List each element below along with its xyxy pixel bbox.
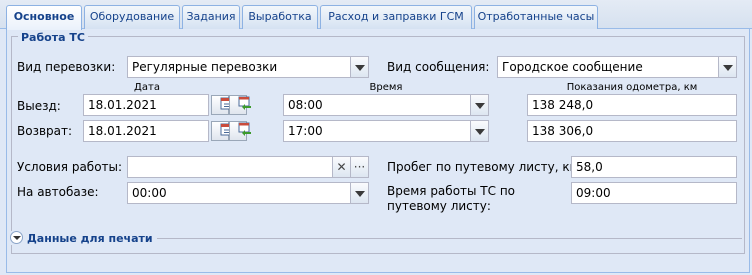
departure-calendar-button[interactable] [211,95,234,115]
return-time-dropdown-trigger[interactable] [471,120,489,142]
return-label: Возврат: [17,124,73,138]
return-time-combo[interactable]: 17:00 [283,120,471,142]
route-type-dropdown-trigger[interactable] [719,56,737,78]
tab-tasks[interactable]: Задания [182,5,240,29]
odometer-column-header: Показания одометра, км [566,82,698,93]
calendar-arrow-icon [238,96,251,110]
mileage-label: Пробег по путевому листу, км: [387,160,583,174]
tab-main[interactable]: Основное [6,5,82,30]
tab-fuel[interactable]: Расход и заправки ГСМ [320,5,472,29]
departure-label: Выезд: [17,99,61,113]
departure-odometer-field[interactable]: 138 248,0 [527,94,737,116]
print-data-toggle[interactable]: Данные для печати [10,231,157,245]
departure-time-dropdown-trigger[interactable] [471,94,489,116]
tab-worked-hours[interactable]: Отработанные часы [474,5,598,29]
depot-time-dropdown-trigger[interactable] [351,182,369,204]
return-odometer-field[interactable]: 138 306,0 [527,120,737,142]
return-copy-date-button[interactable] [229,121,251,141]
conditions-label: Условия работы: [17,160,123,174]
route-type-label: Вид сообщения: [387,60,490,74]
expand-icon[interactable] [10,231,23,244]
conditions-field[interactable] [127,156,333,178]
transport-type-dropdown-trigger[interactable] [351,56,369,78]
tab-equipment[interactable]: Оборудование [84,5,180,29]
departure-time-combo[interactable]: 08:00 [283,94,471,116]
calendar-arrow-icon [238,122,251,136]
tab-output[interactable]: Выработка [242,5,318,29]
mileage-field[interactable]: 58,0 [571,156,737,178]
time-column-header: Время [369,82,403,93]
depot-label: На автобазе: [17,185,99,199]
tab-bar: Основное Оборудование Задания Выработка … [0,0,752,30]
return-date-field[interactable]: 18.01.2021 [83,120,209,142]
worktime-label: Время работы ТС по путевому листу: [387,184,516,213]
transport-type-combo[interactable]: Регулярные перевозки [127,56,351,78]
route-type-combo[interactable]: Городское сообщение [497,56,719,78]
more-options-icon[interactable]: ··· [351,156,369,178]
transport-type-label: Вид перевозки: [17,60,116,74]
print-data-section: Данные для печати [10,231,742,245]
clear-icon[interactable]: ✕ [333,156,351,178]
fieldset-title: Работа ТС [18,31,88,44]
departure-copy-date-button[interactable] [229,95,251,115]
worktime-field[interactable]: 09:00 [571,182,737,204]
depot-time-combo[interactable]: 00:00 [127,182,351,204]
print-data-title: Данные для печати [27,232,153,245]
return-calendar-button[interactable] [211,121,234,141]
date-column-header: Дата [134,82,160,93]
departure-date-field[interactable]: 18.01.2021 [83,94,209,116]
